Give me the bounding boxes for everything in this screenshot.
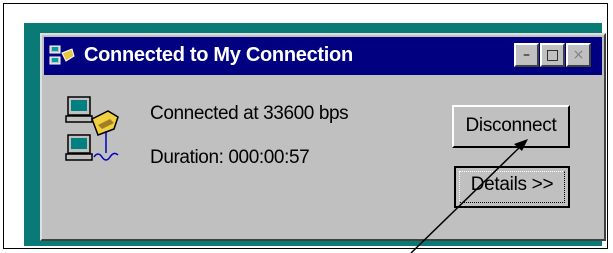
connection-status-window: Connected to My Connection – □ × Connect… bbox=[40, 33, 606, 241]
networked-computers-phone-icon bbox=[65, 96, 119, 161]
minimize-button[interactable]: – bbox=[514, 43, 539, 67]
connection-icon bbox=[49, 45, 75, 65]
connection-duration-text: Duration: 000:00:57 bbox=[150, 147, 310, 168]
close-button[interactable]: × bbox=[566, 43, 591, 67]
title-bar[interactable]: Connected to My Connection – □ × bbox=[44, 37, 602, 75]
details-button[interactable]: Details >> bbox=[454, 166, 570, 208]
details-button-label: Details >> bbox=[470, 174, 554, 195]
connection-speed-text: Connected at 33600 bps bbox=[150, 103, 349, 124]
disconnect-button[interactable]: Disconnect bbox=[452, 105, 570, 148]
maximize-button[interactable]: □ bbox=[540, 43, 565, 67]
window-title: Connected to My Connection bbox=[84, 44, 353, 66]
